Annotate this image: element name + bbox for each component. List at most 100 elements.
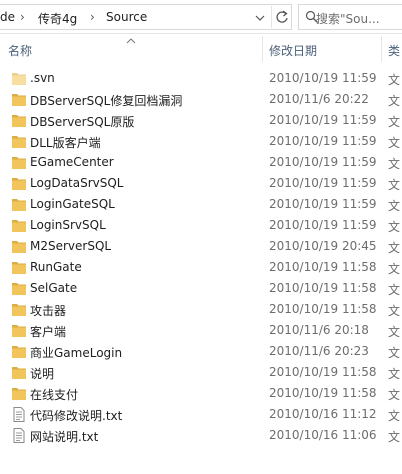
item-date-modified: 2010/11/6 20:23 bbox=[269, 344, 369, 358]
item-date-modified: 2010/10/19 20:45 bbox=[269, 239, 377, 253]
folder-icon bbox=[11, 197, 27, 212]
address-box[interactable]: de › 传奇4g › Source bbox=[0, 4, 292, 30]
folder-row[interactable]: DBServerSQL修复回档漏洞 2010/11/6 20:22 文 bbox=[0, 89, 402, 110]
column-divider[interactable] bbox=[262, 36, 263, 62]
item-type: 文 bbox=[388, 325, 401, 339]
column-header-row: 名称 修改日期 类 bbox=[0, 34, 402, 64]
folder-icon bbox=[11, 239, 27, 254]
text-file-icon bbox=[11, 407, 27, 422]
item-type: 文 bbox=[388, 262, 401, 276]
item-date-modified: 2010/10/16 11:12 bbox=[269, 407, 377, 421]
item-date-modified: 2010/10/19 11:59 bbox=[269, 71, 377, 85]
folder-icon bbox=[11, 302, 27, 317]
item-name: 代码修改说明.txt bbox=[30, 409, 123, 423]
item-date-modified: 2010/10/19 11:59 bbox=[269, 155, 377, 169]
file-row[interactable]: 网站说明.txt 2010/10/16 11:06 文 bbox=[0, 425, 402, 446]
breadcrumb-separator[interactable]: › bbox=[90, 10, 95, 24]
item-type: 文 bbox=[388, 157, 401, 171]
folder-row[interactable]: DBServerSQL原版 2010/10/19 11:59 文 bbox=[0, 110, 402, 131]
folder-light-icon bbox=[11, 71, 27, 86]
folder-icon bbox=[11, 176, 27, 191]
item-type: 文 bbox=[388, 409, 401, 423]
refresh-button[interactable] bbox=[271, 6, 291, 28]
item-name: EGameCenter bbox=[30, 155, 114, 169]
address-bar: de › 传奇4g › Source 搜索"Sou... bbox=[0, 0, 402, 34]
folder-row[interactable]: .svn 2010/10/19 11:59 文 bbox=[0, 68, 402, 89]
item-date-modified: 2010/10/16 11:06 bbox=[269, 428, 377, 442]
folder-row[interactable]: LoginGateSQL 2010/10/19 11:59 文 bbox=[0, 194, 402, 215]
folder-icon bbox=[11, 218, 27, 233]
item-date-modified: 2010/10/19 11:59 bbox=[269, 134, 377, 148]
folder-icon bbox=[11, 134, 27, 149]
folder-icon bbox=[11, 386, 27, 401]
item-date-modified: 2010/10/19 11:58 bbox=[269, 281, 377, 295]
sort-ascending-icon bbox=[126, 34, 136, 44]
item-date-modified: 2010/10/19 11:58 bbox=[269, 302, 377, 316]
item-date-modified: 2010/10/19 11:58 bbox=[269, 365, 377, 379]
folder-row[interactable]: LoginSrvSQL 2010/10/19 11:59 文 bbox=[0, 215, 402, 236]
folder-row[interactable]: LogDataSrvSQL 2010/10/19 11:59 文 bbox=[0, 173, 402, 194]
item-date-modified: 2010/10/19 11:59 bbox=[269, 218, 377, 232]
folder-row[interactable]: 攻击器 2010/10/19 11:58 文 bbox=[0, 299, 402, 320]
item-type: 文 bbox=[388, 430, 401, 444]
item-date-modified: 2010/10/19 11:58 bbox=[269, 260, 377, 274]
column-header-name[interactable]: 名称 bbox=[8, 42, 32, 59]
text-file-icon bbox=[11, 428, 27, 443]
folder-row[interactable]: DLL版客户端 2010/10/19 11:59 文 bbox=[0, 131, 402, 152]
folder-icon bbox=[11, 323, 27, 338]
column-header-date-modified[interactable]: 修改日期 bbox=[269, 42, 317, 59]
item-date-modified: 2010/11/6 20:18 bbox=[269, 323, 369, 337]
item-type: 文 bbox=[388, 178, 401, 192]
folder-icon bbox=[11, 260, 27, 275]
folder-icon bbox=[11, 113, 27, 128]
item-date-modified: 2010/10/19 11:59 bbox=[269, 176, 377, 190]
item-type: 文 bbox=[388, 241, 401, 255]
chevron-down-icon[interactable] bbox=[252, 10, 268, 26]
breadcrumb-drive[interactable]: de bbox=[0, 10, 15, 24]
item-type: 文 bbox=[388, 73, 401, 87]
item-name: RunGate bbox=[30, 260, 82, 274]
item-date-modified: 2010/10/19 11:59 bbox=[269, 113, 377, 127]
item-name: LogDataSrvSQL bbox=[30, 176, 124, 190]
folder-icon bbox=[11, 155, 27, 170]
item-name: 商业GameLogin bbox=[30, 346, 123, 360]
item-type: 文 bbox=[388, 136, 401, 150]
item-name: DBServerSQL修复回档漏洞 bbox=[30, 94, 183, 108]
item-name: .svn bbox=[30, 71, 55, 85]
folder-row[interactable]: 说明 2010/10/19 11:58 文 bbox=[0, 362, 402, 383]
file-list: .svn 2010/10/19 11:59 文 DBServerSQL修复回档漏洞 20… bbox=[0, 68, 402, 446]
item-date-modified: 2010/10/19 11:58 bbox=[269, 386, 377, 400]
item-name: DBServerSQL原版 bbox=[30, 115, 135, 129]
folder-icon bbox=[11, 281, 27, 296]
item-name: 攻击器 bbox=[30, 304, 67, 318]
breadcrumb-folder-source[interactable]: Source bbox=[106, 10, 147, 24]
folder-row[interactable]: EGameCenter 2010/10/19 11:59 文 bbox=[0, 152, 402, 173]
item-type: 文 bbox=[388, 115, 401, 129]
folder-icon bbox=[11, 365, 27, 380]
breadcrumb-folder-chuanqi[interactable]: 传奇4g bbox=[38, 10, 77, 27]
item-name: DLL版客户端 bbox=[30, 136, 101, 150]
item-name: 客户端 bbox=[30, 325, 67, 339]
item-date-modified: 2010/10/19 11:59 bbox=[269, 197, 377, 211]
folder-row[interactable]: 在线支付 2010/10/19 11:58 文 bbox=[0, 383, 402, 404]
search-input[interactable]: 搜索"Sou... bbox=[298, 4, 402, 30]
folder-row[interactable]: SelGate 2010/10/19 11:58 文 bbox=[0, 278, 402, 299]
item-type: 文 bbox=[388, 94, 401, 108]
column-header-type[interactable]: 类 bbox=[388, 42, 400, 59]
file-row[interactable]: 代码修改说明.txt 2010/10/16 11:12 文 bbox=[0, 404, 402, 425]
folder-row[interactable]: 客户端 2010/11/6 20:18 文 bbox=[0, 320, 402, 341]
breadcrumb-separator[interactable]: › bbox=[20, 10, 25, 24]
item-name: LoginGateSQL bbox=[30, 197, 115, 211]
folder-row[interactable]: M2ServerSQL 2010/10/19 20:45 文 bbox=[0, 236, 402, 257]
search-placeholder: 搜索"Sou... bbox=[316, 12, 380, 26]
folder-row[interactable]: RunGate 2010/10/19 11:58 文 bbox=[0, 257, 402, 278]
folder-row[interactable]: 商业GameLogin 2010/11/6 20:23 文 bbox=[0, 341, 402, 362]
item-type: 文 bbox=[388, 388, 401, 402]
item-type: 文 bbox=[388, 220, 401, 234]
item-name: SelGate bbox=[30, 281, 78, 295]
item-type: 文 bbox=[388, 283, 401, 297]
item-name: LoginSrvSQL bbox=[30, 218, 106, 232]
column-divider[interactable] bbox=[381, 36, 382, 62]
refresh-icon bbox=[276, 10, 288, 23]
folder-icon bbox=[11, 92, 27, 107]
